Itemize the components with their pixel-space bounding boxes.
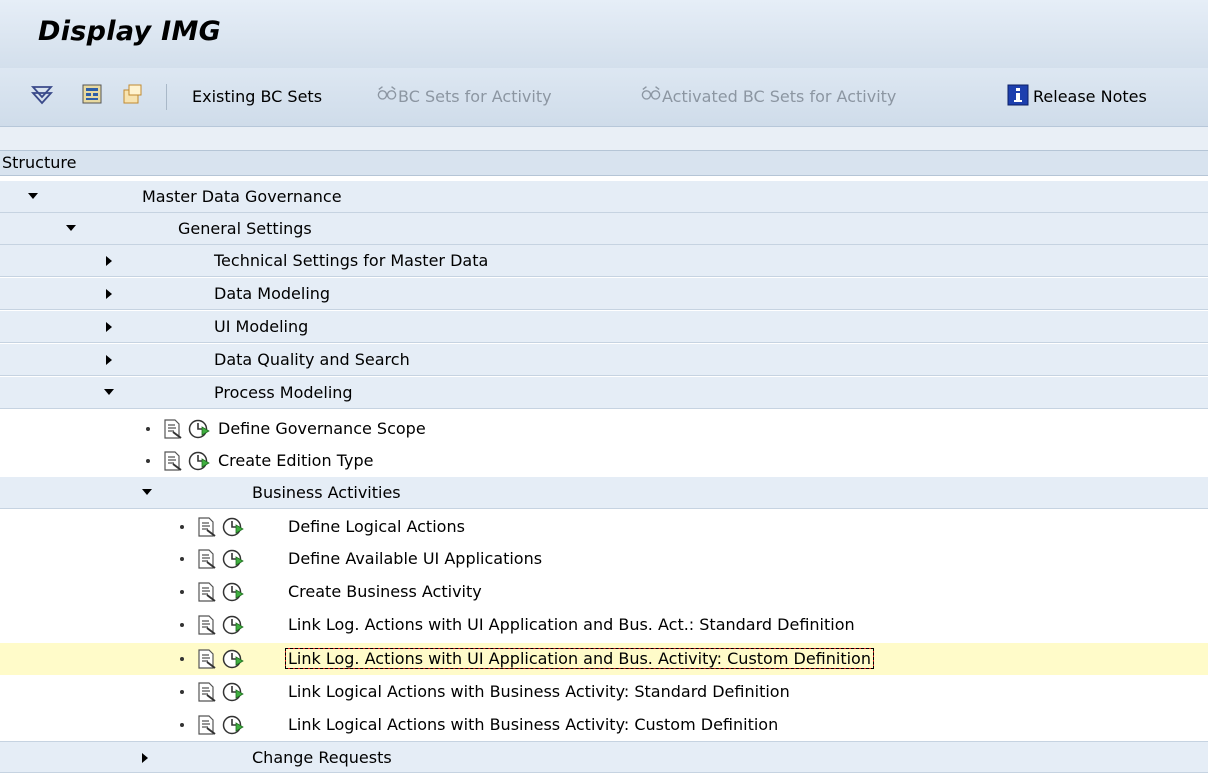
tree-activity-link-log-actions-custom-selected[interactable]: Link Log. Actions with UI Application an… (0, 643, 1208, 675)
toolbar-spacer (0, 127, 1208, 150)
documentation-icon[interactable] (196, 614, 218, 636)
tree-activity-define-governance-scope[interactable]: Define Governance Scope (0, 413, 1208, 445)
tree-node-label: Change Requests (252, 748, 392, 767)
execute-activity-clock-icon[interactable] (222, 581, 244, 603)
collapse-arrow-icon[interactable] (66, 225, 76, 231)
collapse-arrow-icon[interactable] (28, 193, 38, 199)
tree-node-label: Data Quality and Search (214, 350, 410, 369)
tree-node-business-activities[interactable]: Business Activities (0, 477, 1208, 509)
expand-arrow-icon[interactable] (106, 256, 112, 266)
documentation-icon[interactable] (196, 714, 218, 736)
expand-arrow-icon[interactable] (106, 355, 112, 365)
bullet (180, 657, 184, 661)
documentation-icon[interactable] (196, 681, 218, 703)
tree-node-master-data-governance[interactable]: Master Data Governance (0, 181, 1208, 213)
tree-node-label: Link Log. Actions with UI Application an… (285, 648, 874, 669)
bullet (180, 557, 184, 561)
collapse-arrow-icon[interactable] (104, 389, 114, 395)
tree-node-data-quality-and-search[interactable]: Data Quality and Search (0, 344, 1208, 376)
expand-subtree-icon[interactable] (30, 82, 54, 106)
bc-sets-glasses-icon (377, 86, 397, 100)
structure-header-label: Structure (2, 153, 77, 172)
bullet (146, 427, 150, 431)
information-icon (1007, 84, 1029, 106)
tree-node-label: UI Modeling (214, 317, 309, 336)
tree-activity-define-available-ui-applications[interactable]: Define Available UI Applications (0, 543, 1208, 575)
tree-node-label: General Settings (178, 219, 312, 238)
execute-activity-clock-icon[interactable] (222, 714, 244, 736)
bullet (180, 623, 184, 627)
tree-node-label: Master Data Governance (142, 187, 342, 206)
tree-node-label: Process Modeling (214, 383, 353, 402)
bullet (180, 723, 184, 727)
documentation-icon[interactable] (196, 548, 218, 570)
application-toolbar: Existing BC Sets BC Sets for Activity Ac… (0, 68, 1208, 127)
toolbar-separator (166, 84, 167, 110)
documentation-icon[interactable] (196, 581, 218, 603)
find-icon[interactable] (80, 82, 104, 106)
tree-node-technical-settings[interactable]: Technical Settings for Master Data (0, 245, 1208, 277)
execute-activity-clock-icon[interactable] (188, 418, 210, 440)
tree-activity-create-edition-type[interactable]: Create Edition Type (0, 445, 1208, 477)
existing-bc-sets-button[interactable]: Existing BC Sets (192, 87, 322, 106)
execute-activity-clock-icon[interactable] (222, 681, 244, 703)
tree-node-general-settings[interactable]: General Settings (0, 213, 1208, 245)
title-bar: Display IMG (0, 0, 1208, 69)
tree-node-ui-modeling[interactable]: UI Modeling (0, 311, 1208, 343)
execute-activity-clock-icon[interactable] (188, 450, 210, 472)
tree-node-change-requests[interactable]: Change Requests (0, 741, 1208, 773)
tree-activity-create-business-activity[interactable]: Create Business Activity (0, 576, 1208, 608)
activated-bc-sets-glasses-icon (641, 86, 661, 100)
tree-node-label: Data Modeling (214, 284, 331, 303)
documentation-icon[interactable] (162, 450, 184, 472)
bullet (146, 459, 150, 463)
tree-node-process-modeling[interactable]: Process Modeling (0, 377, 1208, 409)
bullet (180, 690, 184, 694)
expand-arrow-icon[interactable] (106, 322, 112, 332)
tree-node-label: Link Log. Actions with UI Application an… (288, 615, 855, 634)
execute-activity-clock-icon[interactable] (222, 516, 244, 538)
tree-node-data-modeling[interactable]: Data Modeling (0, 278, 1208, 310)
tree-node-label: Define Available UI Applications (288, 549, 543, 568)
documentation-icon[interactable] (196, 516, 218, 538)
tree-node-label: Create Edition Type (218, 451, 374, 470)
documentation-icon[interactable] (196, 648, 218, 670)
tree-node-label: Link Logical Actions with Business Activ… (288, 682, 790, 701)
expand-arrow-icon[interactable] (106, 289, 112, 299)
bullet (180, 525, 184, 529)
tree-node-label: Technical Settings for Master Data (214, 251, 489, 270)
tree-node-label: Link Logical Actions with Business Activ… (288, 715, 779, 734)
tree-activity-link-logical-actions-standard[interactable]: Link Logical Actions with Business Activ… (0, 676, 1208, 708)
bc-sets-for-activity-button[interactable]: BC Sets for Activity (398, 87, 552, 106)
tree-activity-define-logical-actions[interactable]: Define Logical Actions (0, 511, 1208, 543)
tree-node-label: Create Business Activity (288, 582, 482, 601)
release-notes-button[interactable]: Release Notes (1033, 87, 1147, 106)
tree-column-header: Structure (0, 150, 1208, 176)
execute-activity-clock-icon[interactable] (222, 548, 244, 570)
execute-activity-clock-icon[interactable] (222, 648, 244, 670)
bullet (180, 590, 184, 594)
documentation-icon[interactable] (162, 418, 184, 440)
expand-arrow-icon[interactable] (142, 753, 148, 763)
find-next-icon[interactable] (120, 82, 144, 106)
execute-activity-clock-icon[interactable] (222, 614, 244, 636)
tree-activity-link-logical-actions-custom[interactable]: Link Logical Actions with Business Activ… (0, 709, 1208, 741)
tree-activity-link-log-actions-standard[interactable]: Link Log. Actions with UI Application an… (0, 609, 1208, 641)
tree-node-label: Define Governance Scope (218, 419, 426, 438)
tree-node-label: Define Logical Actions (288, 517, 465, 536)
activated-bc-sets-button[interactable]: Activated BC Sets for Activity (662, 87, 896, 106)
window-title: Display IMG (38, 16, 222, 47)
collapse-arrow-icon[interactable] (142, 489, 152, 495)
tree-node-label: Business Activities (252, 483, 401, 502)
